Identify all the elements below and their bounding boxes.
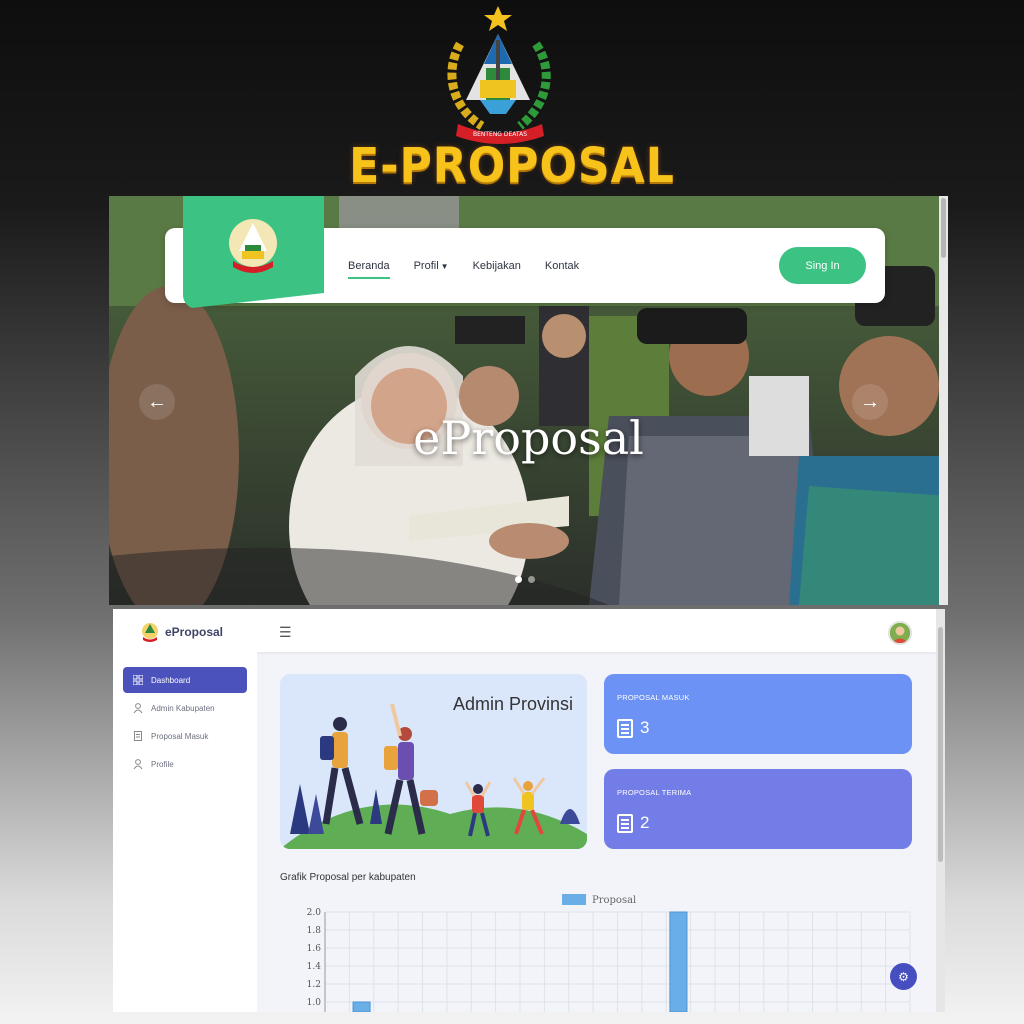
brand-name: eProposal	[165, 625, 224, 639]
emblem-motto: BENTENG DEATAS	[473, 131, 527, 138]
sidebar-item-proposal-masuk[interactable]: Proposal Masuk	[123, 723, 247, 749]
carousel-dot-2[interactable]	[528, 576, 535, 583]
scrollbar-thumb[interactable]	[938, 627, 943, 862]
emblem-icon	[229, 219, 277, 273]
sidebar-item-label: Dashboard	[151, 675, 191, 685]
hamburger-menu-icon[interactable]: ☰	[279, 624, 292, 641]
sidebar-item-dashboard[interactable]: Dashboard	[123, 667, 247, 693]
regency-emblem: BENTENG DEATAS	[440, 4, 560, 146]
stat-card-proposal-terima[interactable]: PROPOSAL TERIMA 2	[604, 769, 912, 849]
carousel-indicators	[515, 576, 535, 583]
stat-label: PROPOSAL MASUK	[617, 693, 690, 702]
dashboard-screenshot: eProposal ☰ Dashboard Admin Kabupaten Pr…	[113, 609, 945, 1012]
landing-nav-links: Beranda Profil ▼ Kebijakan Kontak	[348, 260, 579, 279]
stat-value: 3	[640, 718, 650, 737]
dashboard-sidebar: Dashboard Admin Kabupaten Proposal Masuk…	[113, 652, 257, 1012]
nav-kontak[interactable]: Kontak	[545, 260, 579, 272]
chart-bar	[352, 1001, 371, 1012]
y-tick-label: 1.4	[307, 962, 322, 972]
chevron-down-icon: ▼	[440, 262, 449, 271]
grid-icon	[133, 675, 143, 685]
document-icon	[617, 719, 633, 738]
promo-title: E-PROPOSAL	[349, 138, 675, 194]
sign-in-button[interactable]: Sing In	[779, 247, 866, 284]
y-tick-label: 1.0	[307, 998, 322, 1008]
y-tick-label: 1.8	[307, 926, 322, 936]
carousel-prev-button[interactable]: ←	[139, 384, 175, 420]
carousel-next-button[interactable]: →	[852, 384, 888, 420]
proposal-bar-chart: Proposal2.01.81.61.41.21.00.8	[307, 894, 911, 1012]
landing-page-screenshot: Beranda Profil ▼ Kebijakan Kontak Sing In…	[109, 196, 948, 605]
stat-card-proposal-masuk[interactable]: PROPOSAL MASUK 3	[604, 674, 912, 754]
legend-label: Proposal	[592, 895, 636, 906]
sidebar-item-label: Admin Kabupaten	[151, 703, 215, 713]
arrow-left-icon: ←	[147, 390, 167, 413]
dashboard-topbar: eProposal ☰	[113, 609, 936, 652]
gear-icon: ⚙	[898, 969, 909, 984]
user-icon	[133, 759, 143, 769]
document-icon	[133, 731, 143, 741]
settings-fab[interactable]: ⚙	[890, 963, 917, 990]
nav-profil[interactable]: Profil ▼	[414, 260, 449, 272]
y-tick-label: 2.0	[307, 908, 322, 918]
user-avatar[interactable]	[888, 621, 912, 645]
sidebar-item-admin-kabupaten[interactable]: Admin Kabupaten	[123, 695, 247, 721]
nav-kebijakan[interactable]: Kebijakan	[473, 260, 521, 272]
arrow-right-icon: →	[860, 390, 880, 413]
chart-bar	[669, 911, 688, 1012]
document-icon	[617, 814, 633, 833]
nav-beranda[interactable]: Beranda	[348, 260, 390, 279]
user-icon	[133, 703, 143, 713]
stat-label: PROPOSAL TERIMA	[617, 788, 692, 797]
chart-title: Grafik Proposal per kabupaten	[280, 872, 416, 883]
navbar-logo[interactable]	[183, 196, 324, 309]
scrollbar-thumb[interactable]	[941, 198, 946, 258]
landing-scrollbar[interactable]	[939, 196, 948, 605]
hero-title: eProposal	[413, 411, 644, 465]
sidebar-item-label: Proposal Masuk	[151, 731, 209, 741]
welcome-card: Admin Provinsi	[280, 674, 587, 849]
y-tick-label: 1.2	[307, 980, 321, 990]
y-tick-label: 1.6	[307, 944, 322, 954]
emblem-icon	[142, 623, 158, 642]
dashboard-scrollbar[interactable]	[936, 609, 945, 1012]
carousel-dot-1[interactable]	[515, 576, 522, 583]
nav-profil-label: Profil	[413, 260, 439, 272]
dashboard-brand[interactable]: eProposal	[141, 622, 223, 642]
legend-swatch	[562, 894, 586, 905]
sidebar-item-label: Profile	[151, 759, 174, 769]
sidebar-item-profile[interactable]: Profile	[123, 751, 247, 777]
stat-value: 2	[640, 813, 650, 832]
welcome-title: Admin Provinsi	[452, 694, 573, 714]
